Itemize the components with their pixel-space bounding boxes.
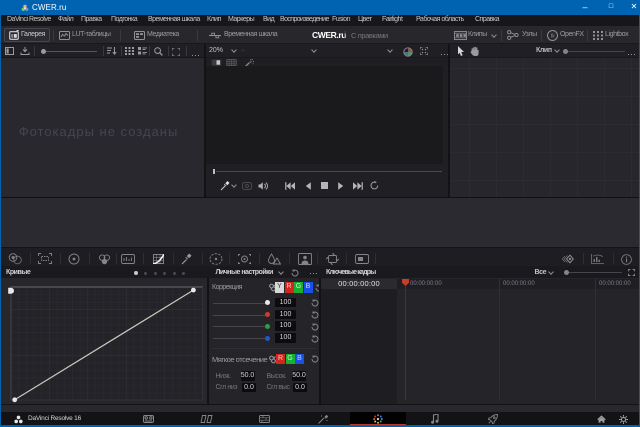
- svg-text:fx: fx: [551, 34, 555, 40]
